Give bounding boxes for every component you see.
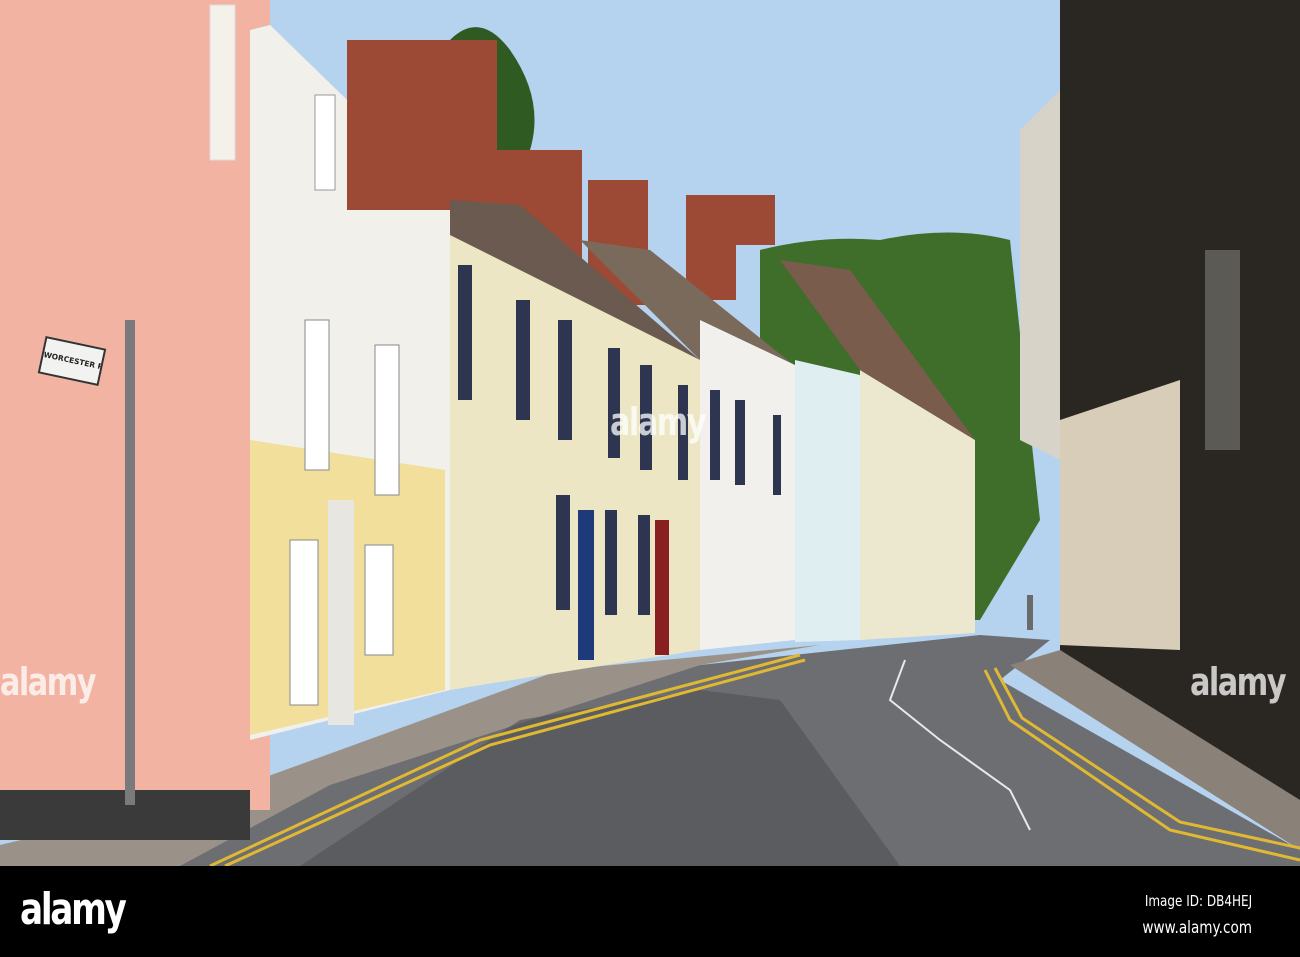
timber-building-upper bbox=[1020, 90, 1060, 460]
timber-building-render bbox=[1060, 380, 1180, 650]
watermark: alamy bbox=[1190, 660, 1287, 704]
chimney bbox=[686, 195, 736, 300]
red-door bbox=[655, 520, 669, 655]
window bbox=[374, 344, 400, 496]
door bbox=[328, 500, 354, 725]
pale-blue-house bbox=[795, 360, 860, 642]
window bbox=[314, 94, 336, 191]
window bbox=[289, 539, 319, 706]
window bbox=[1205, 250, 1240, 450]
footer-bar: alamy Image ID: DB4HEJ www.alamy.com bbox=[0, 866, 1300, 957]
chimney bbox=[735, 195, 775, 245]
window bbox=[209, 4, 236, 161]
site-url: www.alamy.com bbox=[1142, 918, 1252, 938]
image-id: Image ID: DB4HEJ bbox=[1144, 892, 1252, 910]
watermark: alamy bbox=[0, 660, 97, 704]
window bbox=[304, 319, 330, 471]
watermark: alamy bbox=[610, 400, 707, 444]
chimney bbox=[347, 40, 497, 210]
blue-door bbox=[578, 510, 594, 660]
window bbox=[364, 544, 394, 656]
pedestrian bbox=[1027, 595, 1033, 630]
alamy-logo: alamy bbox=[20, 884, 127, 935]
drainpipe bbox=[125, 320, 135, 805]
